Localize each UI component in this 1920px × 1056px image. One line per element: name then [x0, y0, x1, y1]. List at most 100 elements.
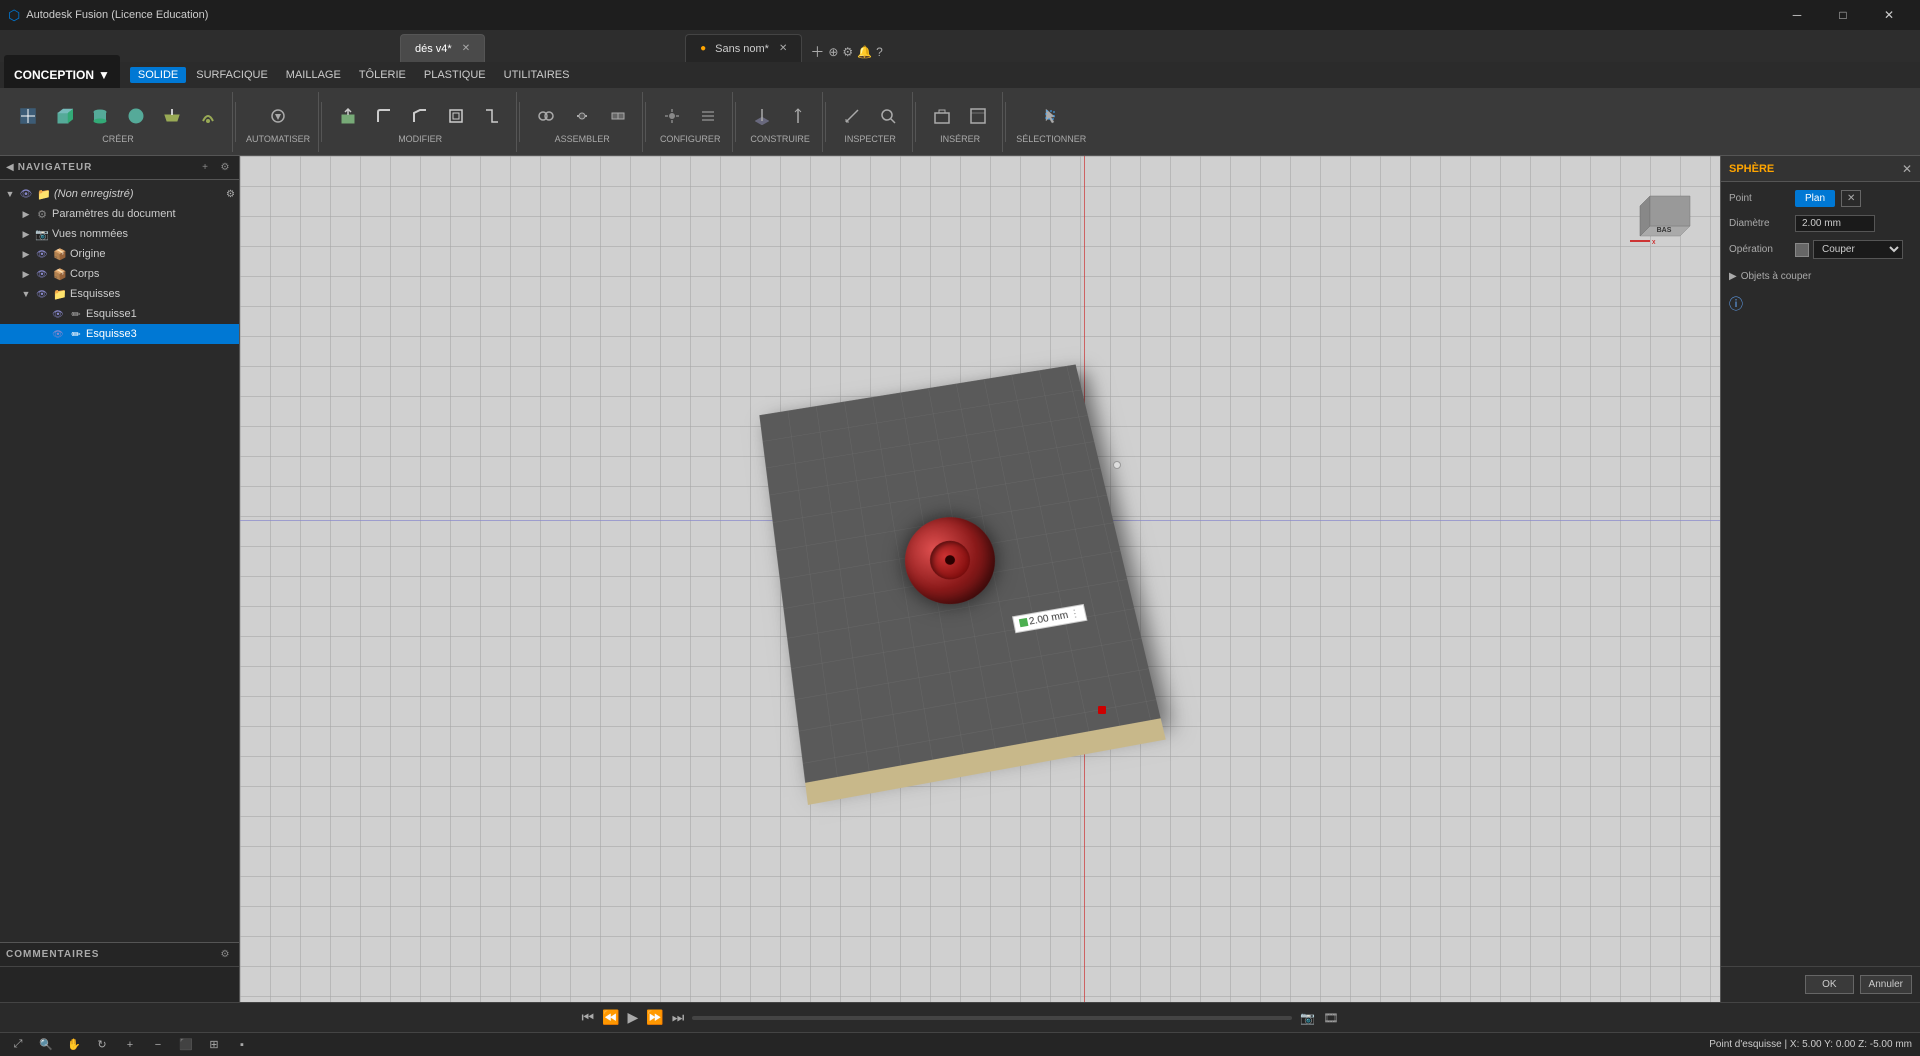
ok-button[interactable]: OK [1805, 975, 1853, 994]
maximize-button[interactable]: □ [1820, 0, 1866, 30]
minimize-button[interactable]: ─ [1774, 0, 1820, 30]
origine-eye-icon[interactable]: 👁 [34, 246, 50, 262]
operation-select[interactable]: Couper Nouveau corps Joindre Intersecter [1813, 240, 1903, 259]
face-corner-handle[interactable] [1113, 461, 1121, 469]
create-revolve-button[interactable] [192, 100, 224, 132]
zoom-in-button[interactable]: + [120, 1035, 140, 1055]
anim-prev-button[interactable]: ⏪ [602, 1009, 619, 1026]
menu-plastique[interactable]: PLASTIQUE [416, 67, 494, 83]
face-corner-br[interactable] [1098, 706, 1106, 714]
comments-toggle[interactable]: ⚙ [217, 947, 233, 963]
automatiser-label: AUTOMATISER [246, 134, 310, 144]
status-coordinates: Point d'esquisse | X: 5.00 Y: 0.00 Z: -5… [1709, 1039, 1912, 1050]
close-button[interactable]: ✕ [1866, 0, 1912, 30]
menu-utilitaires[interactable]: UTILITAIRES [496, 67, 578, 83]
shadow-button[interactable]: ▪ [232, 1035, 252, 1055]
shell-button[interactable] [440, 100, 472, 132]
nav-header-left: ◀ NAVIGATEUR [6, 162, 92, 173]
create-extrude-button[interactable] [156, 100, 188, 132]
annuler-button[interactable]: Annuler [1860, 975, 1912, 994]
zoom-button[interactable]: 🔍 [36, 1035, 56, 1055]
tab-sans-nom-close[interactable]: ✕ [779, 43, 787, 54]
measure-button[interactable] [836, 100, 868, 132]
press-pull-button[interactable] [332, 100, 364, 132]
chamfer-button[interactable] [404, 100, 436, 132]
joint-button[interactable] [566, 100, 598, 132]
point-plan-button[interactable]: Plan [1795, 190, 1835, 207]
scale-button[interactable] [476, 100, 508, 132]
settings-tab-button[interactable]: ⚙ [842, 45, 853, 59]
nav-collapse-icon[interactable]: ◀ [6, 162, 14, 173]
dim-menu-icon[interactable]: ⋮ [1069, 607, 1081, 620]
select-button[interactable] [1035, 100, 1067, 132]
tab-des-v4-close[interactable]: ✕ [462, 43, 470, 54]
root-eye-icon[interactable]: 👁 [18, 186, 34, 202]
point-clear-button[interactable]: ✕ [1841, 190, 1861, 207]
automatiser-button[interactable] [262, 100, 294, 132]
esq3-eye-icon[interactable]: 👁 [50, 326, 66, 342]
tree-item-corps[interactable]: ▶ 👁 📦 Corps [0, 264, 239, 284]
search-tab-button[interactable]: ⊕ [828, 45, 838, 59]
sphere-panel-close[interactable]: ✕ [1902, 162, 1912, 176]
tree-item-views[interactable]: ▶ 📷 Vues nommées [0, 224, 239, 244]
root-settings-icon[interactable]: ⚙ [226, 189, 235, 200]
add-tab-button[interactable]: ＋ [810, 42, 824, 62]
menu-surfacique[interactable]: SURFACIQUE [188, 67, 276, 83]
inspect-button[interactable] [872, 100, 904, 132]
nav-expand-button[interactable]: + [197, 160, 213, 176]
objets-section[interactable]: ▶ Objets à couper [1729, 267, 1912, 286]
fillet-button[interactable] [368, 100, 400, 132]
orbit-button[interactable]: ↻ [92, 1035, 112, 1055]
operation-select-container: Couper Nouveau corps Joindre Intersecter [1795, 240, 1903, 259]
info-icon[interactable]: ⓘ [1729, 296, 1743, 312]
diametre-input[interactable] [1795, 215, 1875, 232]
menu-tolerie[interactable]: TÔLERIE [351, 67, 414, 83]
display-mode-button[interactable]: ⬛ [176, 1035, 196, 1055]
nav-settings-button[interactable]: ⚙ [217, 160, 233, 176]
pan-button[interactable]: ✋ [64, 1035, 84, 1055]
tree-item-esquisses[interactable]: ▼ 👁 📁 Esquisses [0, 284, 239, 304]
create-cylinder-button[interactable] [84, 100, 116, 132]
tree-item-esquisse3[interactable]: 👁 ✏ Esquisse3 [0, 324, 239, 344]
anim-start-button[interactable]: ⏮ [581, 1009, 594, 1026]
menu-solide[interactable]: SOLIDE [130, 67, 186, 83]
help-icon[interactable]: ? [876, 45, 883, 59]
orientation-cube[interactable]: BAS x [1620, 176, 1700, 256]
menu-maillage[interactable]: MAILLAGE [278, 67, 349, 83]
tree-item-params[interactable]: ▶ ⚙ Paramètres du document [0, 204, 239, 224]
parameters-button[interactable] [692, 100, 724, 132]
insert-button[interactable] [926, 100, 958, 132]
create-sphere-button[interactable] [120, 100, 152, 132]
canvas-button[interactable] [962, 100, 994, 132]
timeline-track[interactable] [692, 1016, 1292, 1020]
rigid-button[interactable] [602, 100, 634, 132]
tab-sans-nom[interactable]: ● Sans nom* ✕ [685, 34, 802, 62]
axis-button[interactable] [782, 100, 814, 132]
grid-button[interactable]: ⊞ [204, 1035, 224, 1055]
statusbar: ⤢ 🔍 ✋ ↻ + − ⬛ ⊞ ▪ Point d'esquisse | X: … [0, 1032, 1920, 1056]
corps-eye-icon[interactable]: 👁 [34, 266, 50, 282]
configurer-button[interactable] [656, 100, 688, 132]
timeline-settings-button[interactable]: 📷 [1300, 1011, 1315, 1025]
notifications-icon[interactable]: 🔔 [857, 45, 872, 59]
anim-end-button[interactable]: ⏭ [672, 1009, 685, 1026]
create-new-body-button[interactable] [12, 100, 44, 132]
tree-item-origine[interactable]: ▶ 👁 📦 Origine [0, 244, 239, 264]
tree-views-label: Vues nommées [52, 228, 128, 240]
fit-view-button[interactable]: ⤢ [8, 1035, 28, 1055]
esq1-eye-icon[interactable]: 👁 [50, 306, 66, 322]
anim-next-button[interactable]: ⏩ [646, 1009, 663, 1026]
esquisses-eye-icon[interactable]: 👁 [34, 286, 50, 302]
inspecter-icons [836, 100, 904, 132]
tree-item-root[interactable]: ▼ 👁 📁 (Non enregistré) ⚙ [0, 184, 239, 204]
assembler-icons [530, 100, 634, 132]
anim-play-button[interactable]: ▶ [628, 1009, 639, 1026]
create-box-button[interactable] [48, 100, 80, 132]
plane-button[interactable] [746, 100, 778, 132]
zoom-out-button[interactable]: − [148, 1035, 168, 1055]
tab-des-v4[interactable]: dés v4* ✕ [400, 34, 485, 62]
assemble-button[interactable] [530, 100, 562, 132]
timeline-mode-button[interactable]: 🎞 [1323, 1011, 1338, 1025]
viewport[interactable]: 2.00 mm ⋮ BAS x [240, 156, 1720, 1002]
tree-item-esquisse1[interactable]: 👁 ✏ Esquisse1 [0, 304, 239, 324]
